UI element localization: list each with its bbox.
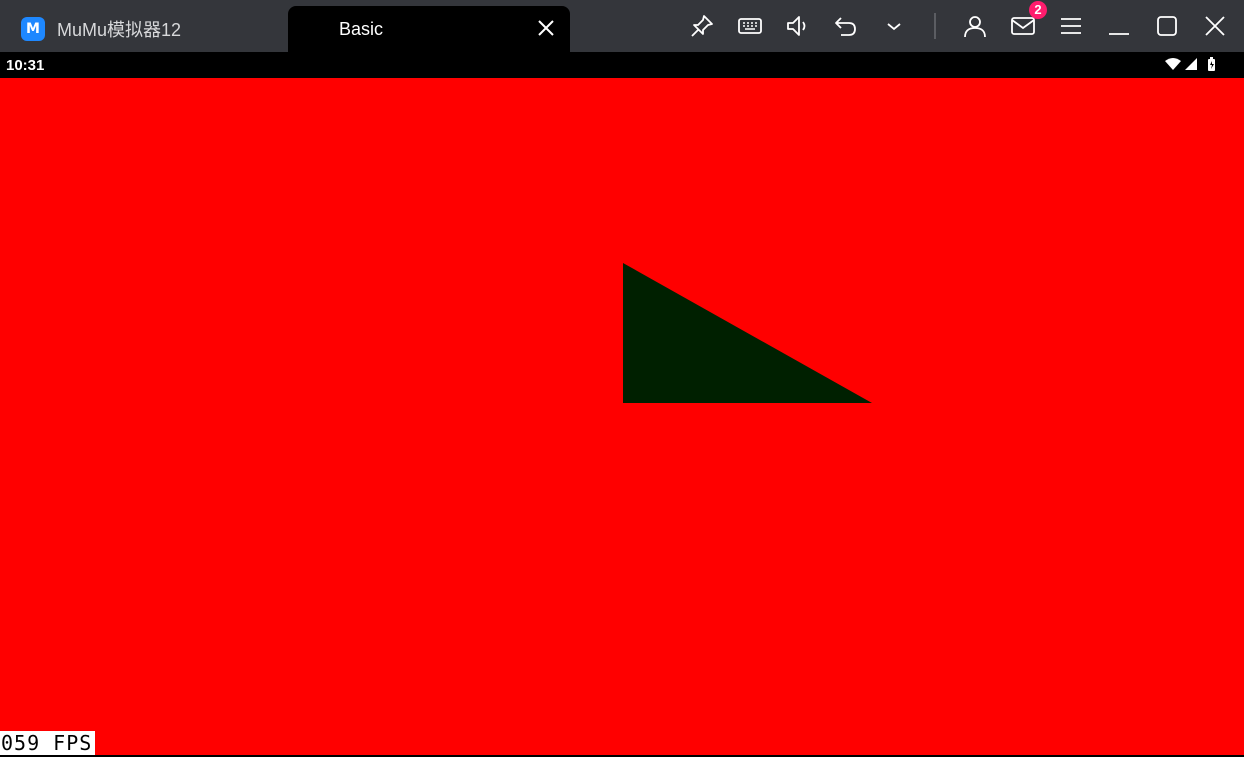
- minimize-button[interactable]: [1105, 12, 1133, 40]
- status-clock: 10:31: [6, 57, 45, 74]
- tab-close-icon[interactable]: [536, 18, 556, 38]
- pin-button[interactable]: [688, 12, 716, 40]
- keyboard-button[interactable]: [736, 12, 764, 40]
- volume-button[interactable]: [784, 12, 812, 40]
- back-icon: [835, 17, 856, 36]
- menu-button[interactable]: [1057, 12, 1085, 40]
- tab-basic[interactable]: Basic: [288, 6, 570, 52]
- keyboard-icon: [738, 18, 762, 34]
- wifi-icon: [1165, 58, 1181, 70]
- toolbar-divider: [934, 13, 936, 39]
- tab-home[interactable]: M MuMu模拟器12: [8, 6, 288, 52]
- account-icon: [964, 16, 986, 38]
- account-button[interactable]: [961, 12, 989, 40]
- status-icons: [1165, 57, 1215, 71]
- battery-icon: [1208, 57, 1215, 71]
- android-status-bar: 10:31: [0, 52, 1244, 78]
- maximize-icon: [1157, 16, 1177, 36]
- menu-icon: [1061, 18, 1081, 34]
- maximize-button[interactable]: [1153, 12, 1181, 40]
- chevron-down-icon: [887, 23, 901, 31]
- close-icon: [1205, 16, 1225, 36]
- signal-icon: [1185, 58, 1197, 70]
- pin-icon: [691, 15, 713, 37]
- fps-counter: 059 FPS: [0, 731, 96, 755]
- volume-icon: [787, 16, 806, 36]
- minimize-icon: [1109, 33, 1129, 35]
- tab-basic-label: Basic: [339, 19, 384, 39]
- back-button[interactable]: [832, 12, 860, 40]
- game-viewport[interactable]: 059 FPS: [0, 78, 1244, 755]
- tab-home-label: MuMu模拟器12: [57, 20, 182, 40]
- green-triangle: [623, 263, 872, 403]
- more-button[interactable]: [880, 12, 908, 40]
- mail-badge: 2: [1029, 1, 1047, 19]
- mumu-logo-icon: M: [21, 17, 45, 41]
- close-window-button[interactable]: [1201, 12, 1229, 40]
- emulator-title-bar: M MuMu模拟器12 Basic 2: [0, 0, 1244, 52]
